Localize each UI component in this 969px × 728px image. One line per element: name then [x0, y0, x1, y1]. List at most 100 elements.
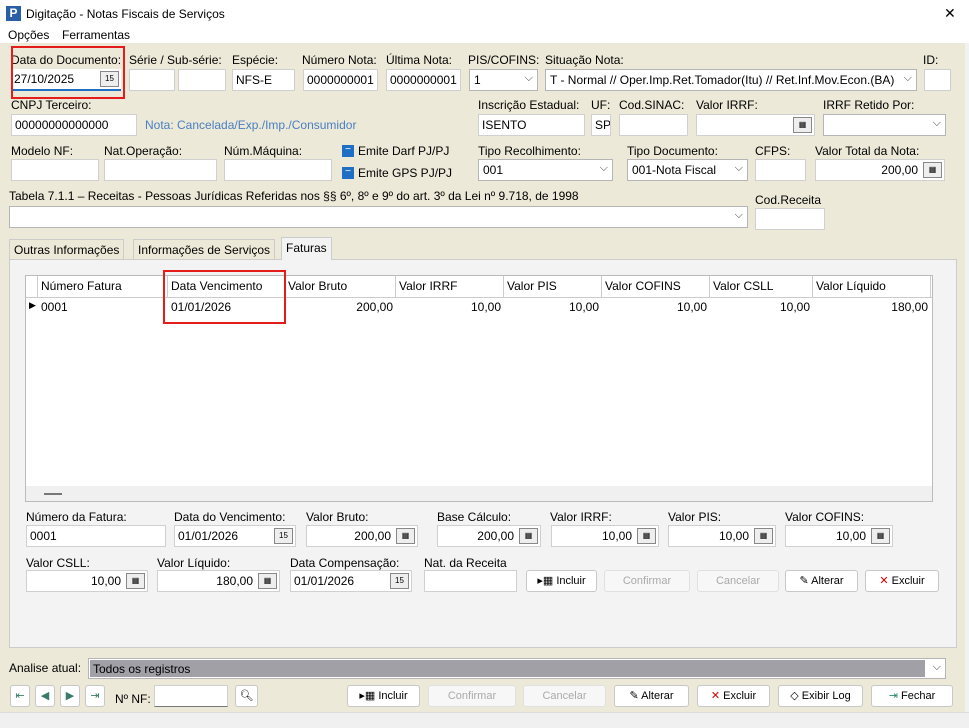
cod-receita-input[interactable]	[755, 208, 825, 230]
analise-select[interactable]: Todos os registros ⌵	[88, 658, 946, 679]
right-edge	[965, 43, 969, 728]
col-valor-bruto[interactable]: Valor Bruto	[285, 276, 396, 297]
fat-incluir-button[interactable]: ▸▦ Incluir	[526, 570, 597, 592]
ie-input[interactable]: ISENTO	[478, 114, 585, 136]
modelo-input[interactable]	[11, 159, 99, 181]
fat-base-input[interactable]: 200,00 ▦	[437, 525, 541, 547]
fat-liquido-label: Valor Líquido:	[157, 556, 231, 570]
fat-cancelar-button[interactable]: Cancelar	[697, 570, 779, 592]
menu-opcoes[interactable]: Opções	[8, 28, 49, 42]
chevron-down-icon: ⌵	[524, 72, 533, 84]
situacao-value: T - Normal // Oper.Imp.Ret.Tomador(Itu) …	[550, 73, 895, 87]
fat-excluir-button[interactable]: ✕ Excluir	[865, 570, 939, 592]
maquina-input[interactable]	[224, 159, 332, 181]
tabela-select[interactable]: ⌵	[9, 206, 748, 228]
scrollbar[interactable]	[26, 486, 932, 501]
darf-checkbox[interactable]: −	[342, 145, 354, 157]
fat-liquido-input[interactable]: 180,00 ▦	[157, 570, 280, 592]
close-icon[interactable]: ✕	[944, 5, 956, 22]
chevron-down-icon: ⌵	[734, 209, 743, 221]
calculator-icon[interactable]: ▦	[126, 573, 145, 589]
calendar-icon[interactable]: 15	[390, 573, 409, 589]
fat-alterar-button[interactable]: ✎ Alterar	[785, 570, 858, 592]
irrf-retido-label: IRRF Retido Por:	[823, 98, 915, 112]
fat-confirmar-button[interactable]: Confirmar	[604, 570, 690, 592]
col-valor-liquido[interactable]: Valor Líquido	[813, 276, 931, 297]
col-valor-csll[interactable]: Valor CSLL	[710, 276, 813, 297]
irrf-input[interactable]: ▦	[696, 114, 815, 136]
calculator-icon[interactable]: ▦	[258, 573, 277, 589]
cnpj-input[interactable]: 00000000000000	[11, 114, 137, 136]
sinac-input[interactable]	[619, 114, 688, 136]
chevron-down-icon: ⌵	[932, 117, 941, 129]
col-valor-pis[interactable]: Valor PIS	[504, 276, 602, 297]
fechar-button[interactable]: ⇥ Fechar	[871, 685, 953, 707]
uf-input[interactable]: SP	[591, 114, 611, 136]
next-record-button[interactable]: ▶	[60, 685, 80, 707]
calculator-icon[interactable]: ▦	[519, 528, 538, 544]
faturas-grid[interactable]: Número Fatura Data Vencimento Valor Brut…	[25, 275, 933, 502]
cfps-input[interactable]	[755, 159, 806, 181]
incluir-button[interactable]: ▸▦ Incluir	[347, 685, 420, 707]
search-button[interactable]: 🔍︎	[235, 685, 258, 707]
cod-receita-label: Cod.Receita	[755, 193, 822, 207]
cell: 0001	[41, 300, 68, 314]
calculator-icon[interactable]: ▦	[754, 528, 773, 544]
calculator-icon[interactable]: ▦	[923, 162, 942, 178]
nf-input[interactable]	[154, 685, 228, 707]
fat-base-label: Base Cálculo:	[437, 510, 512, 524]
col-valor-cofins[interactable]: Valor COFINS	[602, 276, 710, 297]
col-numero-fatura[interactable]: Número Fatura	[38, 276, 168, 297]
fat-pis-input[interactable]: 10,00 ▦	[668, 525, 776, 547]
serie-input[interactable]	[129, 69, 175, 91]
fat-bruto-input[interactable]: 200,00 ▦	[306, 525, 418, 547]
calculator-icon[interactable]: ▦	[396, 528, 415, 544]
tab-informacoes-servicos[interactable]: Informações de Serviços	[133, 239, 276, 260]
fat-cofins-input[interactable]: 10,00 ▦	[785, 525, 893, 547]
button-label: Excluir	[723, 690, 757, 702]
confirmar-button[interactable]: Confirmar	[428, 685, 516, 707]
edit-icon: ✎	[629, 690, 639, 702]
subserie-input[interactable]	[178, 69, 226, 91]
prev-record-button[interactable]: ◀	[35, 685, 55, 707]
excluir-button[interactable]: ✕ Excluir	[697, 685, 770, 707]
menu-ferramentas[interactable]: Ferramentas	[62, 28, 130, 42]
fat-csll-value: 10,00	[90, 574, 121, 588]
last-record-button[interactable]: ⇥	[85, 685, 105, 707]
irrf-retido-select[interactable]: ⌵	[823, 114, 946, 136]
id-input[interactable]	[924, 69, 951, 91]
gps-checkbox[interactable]: −	[342, 167, 354, 179]
natop-input[interactable]	[104, 159, 217, 181]
fat-csll-input[interactable]: 10,00 ▦	[26, 570, 148, 592]
button-label: Incluir	[378, 690, 408, 702]
first-record-button[interactable]: ⇤	[10, 685, 30, 707]
numero-nota-input[interactable]: 0000000001	[303, 69, 378, 91]
tab-outras-informacoes[interactable]: Outras Informações	[9, 239, 125, 260]
fat-vencimento-input[interactable]: 01/01/2026 15	[174, 525, 296, 547]
delete-icon: ✕	[710, 690, 721, 702]
button-label: Excluir	[891, 575, 925, 587]
ultima-nota-input[interactable]: 0000000001	[386, 69, 461, 91]
situacao-select[interactable]: T - Normal // Oper.Imp.Ret.Tomador(Itu) …	[545, 69, 917, 91]
fat-compensacao-input[interactable]: 01/01/2026 15	[290, 570, 412, 592]
chevron-down-icon: ⌵	[932, 661, 941, 673]
nota-info-link[interactable]: Nota: Cancelada/Exp./Imp./Consumidor	[145, 118, 356, 132]
pis-cofins-select[interactable]: 1 ⌵	[469, 69, 538, 91]
calculator-icon[interactable]: ▦	[637, 528, 656, 544]
alterar-button[interactable]: ✎ Alterar	[614, 685, 689, 707]
cancelar-button[interactable]: Cancelar	[523, 685, 606, 707]
fat-cofins-value: 10,00	[835, 529, 866, 543]
tab-faturas[interactable]: Faturas	[281, 237, 332, 260]
especie-input[interactable]: NFS-E	[232, 69, 295, 91]
tipo-rec-select[interactable]: 001 ⌵	[478, 159, 613, 181]
fat-nat-receita-input[interactable]	[424, 570, 517, 592]
exibir-log-button[interactable]: ◇ Exibir Log	[778, 685, 863, 707]
calendar-icon[interactable]: 15	[274, 528, 293, 544]
calculator-icon[interactable]: ▦	[871, 528, 890, 544]
fat-numero-input[interactable]: 0001	[26, 525, 166, 547]
col-valor-irrf[interactable]: Valor IRRF	[396, 276, 504, 297]
calculator-icon[interactable]: ▦	[793, 117, 812, 133]
total-input[interactable]: 200,00 ▦	[815, 159, 945, 181]
tipo-doc-select[interactable]: 001-Nota Fiscal ⌵	[627, 159, 748, 181]
fat-irrf-input[interactable]: 10,00 ▦	[551, 525, 659, 547]
